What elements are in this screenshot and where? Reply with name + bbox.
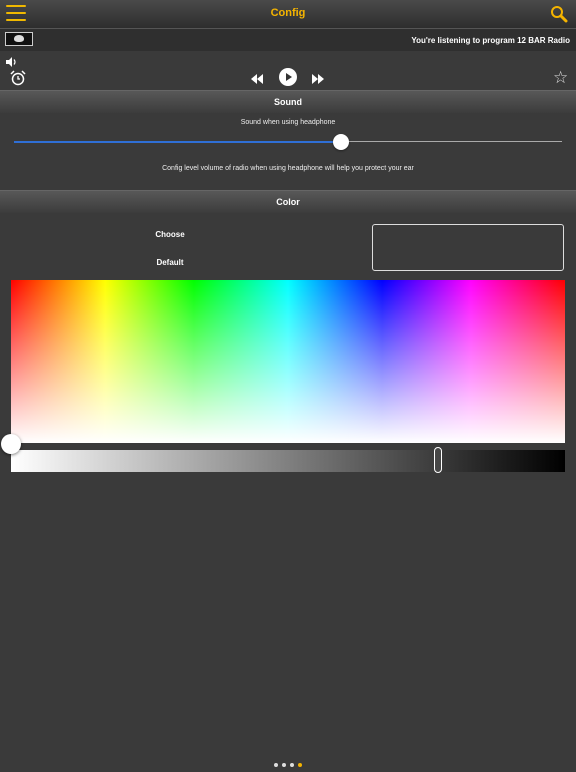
page-dot-active[interactable] xyxy=(298,763,302,767)
page-title: Config xyxy=(270,7,306,19)
sound-section-header: Sound xyxy=(0,90,576,113)
headphone-slider-empty-track[interactable] xyxy=(342,141,562,142)
brightness-slider[interactable] xyxy=(11,450,565,472)
now-playing-text: You're listening to program 12 BAR Radio xyxy=(411,36,570,45)
color-section-header: Color xyxy=(0,190,576,213)
rewind-icon[interactable] xyxy=(251,71,264,89)
default-button[interactable]: Default xyxy=(130,258,210,267)
page-dot[interactable] xyxy=(290,763,294,767)
alarm-clock-icon[interactable] xyxy=(10,70,26,91)
play-button[interactable] xyxy=(279,68,297,86)
fast-forward-icon[interactable] xyxy=(312,71,325,89)
station-thumbnail[interactable] xyxy=(5,32,33,46)
search-icon[interactable] xyxy=(550,5,568,23)
page-dot[interactable] xyxy=(274,763,278,767)
headphone-slider-thumb[interactable] xyxy=(333,134,349,150)
page-indicator[interactable] xyxy=(0,754,576,772)
color-preview-box xyxy=(372,224,564,271)
spectrum-picker-handle[interactable] xyxy=(1,434,21,454)
color-spectrum-picker[interactable] xyxy=(11,280,565,443)
star-icon[interactable]: ☆ xyxy=(553,69,568,86)
page-dot[interactable] xyxy=(282,763,286,767)
headphone-slider-filled-track[interactable] xyxy=(14,141,342,143)
brightness-slider-handle[interactable] xyxy=(434,447,442,473)
headphone-slider-label: Sound when using headphone xyxy=(240,119,336,126)
headphone-description: Config level volume of radio when using … xyxy=(162,165,414,172)
choose-label[interactable]: Choose xyxy=(130,230,210,239)
